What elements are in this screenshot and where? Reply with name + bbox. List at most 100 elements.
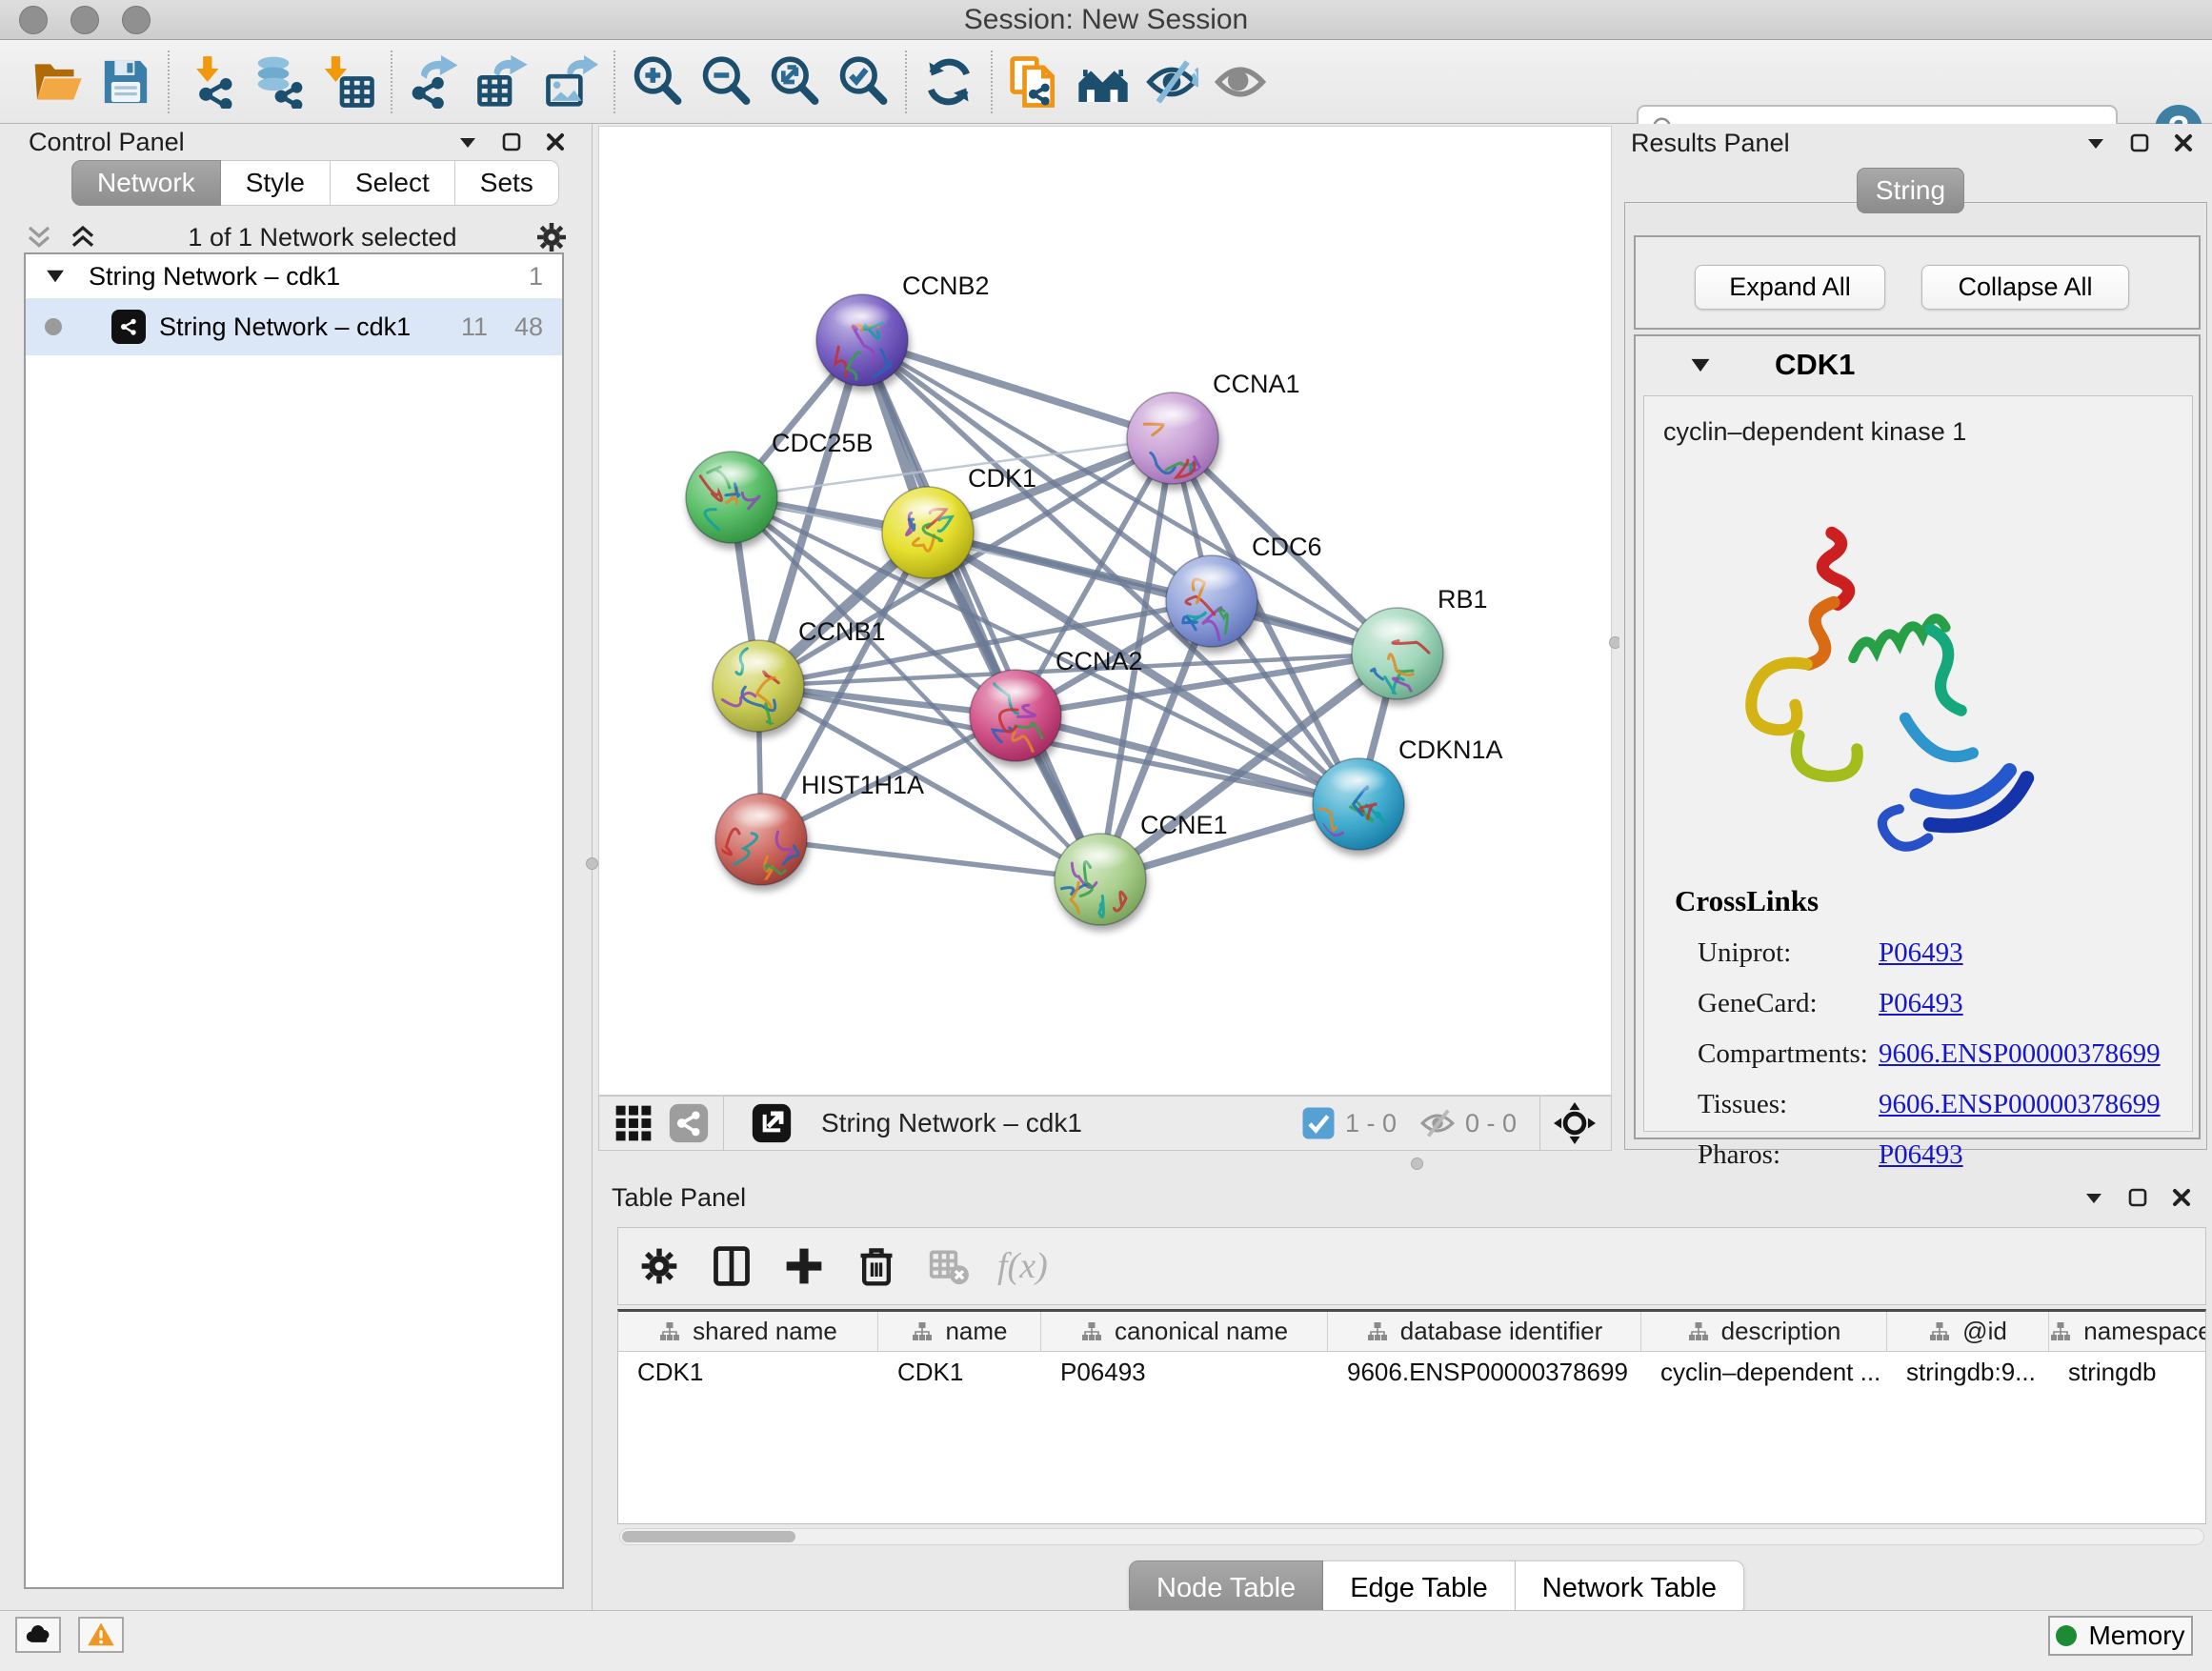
minimize-window-button[interactable] [70,6,99,34]
scrollbar-thumb[interactable] [622,1531,795,1542]
network-list: String Network – cdk1 1 String Network –… [24,252,564,1589]
network-node-ccna2[interactable] [970,670,1061,761]
hidden-eye-slash-icon[interactable] [1419,1105,1456,1141]
table-horizontal-scrollbar[interactable] [619,1528,2204,1545]
bottom-splitter-handle[interactable] [1411,1158,1423,1170]
import-table-from-file-button[interactable] [314,48,383,116]
show-all-button[interactable] [1206,48,1275,116]
collapse-all-button[interactable]: Collapse All [1921,265,2129,310]
network-node-cdc6[interactable] [1166,555,1257,647]
column-header-description[interactable]: description [1641,1312,1887,1351]
panel-menu-icon[interactable] [2084,131,2107,154]
expand-all-icon[interactable] [67,223,99,252]
column-header-canonical-name[interactable]: canonical name [1041,1312,1328,1351]
export-network-button[interactable] [400,48,469,116]
network-collection-row[interactable]: String Network – cdk1 1 [26,254,562,298]
memory-button[interactable]: Memory [2048,1616,2193,1656]
clone-network-button[interactable] [1000,48,1069,116]
panel-menu-icon[interactable] [456,131,479,153]
float-panel-icon[interactable] [500,131,523,153]
tab-string[interactable]: String [1857,168,1964,213]
zoom-out-button[interactable] [692,48,760,116]
crosslink-link[interactable]: P06493 [1879,988,1963,1019]
collapse-triangle-icon[interactable] [1689,357,1712,373]
string-home-button[interactable] [1069,48,1137,116]
network-node-cdkn1a[interactable] [1313,758,1404,850]
create-column-button[interactable] [773,1235,835,1298]
tab-network-table[interactable]: Network Table [1516,1560,1744,1616]
column-header--id[interactable]: @id [1887,1312,2049,1351]
hide-selected-button[interactable] [1137,48,1206,116]
node-label-cdc25b: CDC25B [772,429,874,457]
expand-all-button[interactable]: Expand All [1695,265,1885,310]
network-row-selected[interactable]: String Network – cdk1 11 48 [26,298,562,355]
zoom-in-button[interactable] [623,48,692,116]
collapse-triangle-icon[interactable] [45,269,66,284]
table-options-button[interactable] [628,1235,691,1298]
table-tabs: Node TableEdge TableNetwork Table [1129,1560,1744,1616]
network-node-ccna1[interactable] [1127,393,1218,493]
zoom-selected-button[interactable] [829,48,897,116]
table-toolbar: f(x) [617,1227,2206,1305]
collapse-all-icon[interactable] [23,223,55,252]
gene-symbol: CDK1 [1775,348,1855,382]
network-canvas[interactable]: CCNB2CCNA1CDC25BCDK1CDC6RB1CCNB1CCNA2CDK… [598,126,1612,1096]
delete-column-button[interactable] [845,1235,908,1298]
tab-edge-table[interactable]: Edge Table [1323,1560,1516,1616]
crosslink-link[interactable]: P06493 [1879,937,1963,969]
table-row[interactable]: CDK1CDK1P064939606.ENSP00000378699cyclin… [618,1352,2205,1392]
network-options-gear-icon[interactable] [534,220,569,254]
save-session-button[interactable] [91,48,160,116]
apply-layout-button[interactable] [915,48,983,116]
delete-table-button[interactable] [917,1235,980,1298]
node-label-ccnb1: CCNB1 [798,617,886,646]
network-node-ccne1[interactable] [1055,834,1146,925]
tab-network[interactable]: Network [71,160,221,206]
selected-count: 1 - 0 [1345,1109,1397,1138]
open-in-new-window-icon[interactable] [751,1102,793,1144]
export-image-button[interactable] [537,48,606,116]
left-splitter-handle[interactable] [586,857,598,870]
node-label-rb1: RB1 [1438,585,1488,614]
tab-sets[interactable]: Sets [455,160,559,206]
birdseye-grid-icon[interactable] [613,1102,654,1144]
network-node-cdc25b[interactable] [686,452,777,543]
open-file-button[interactable] [23,48,91,116]
maximize-window-button[interactable] [122,6,151,34]
function-builder-button[interactable]: f(x) [997,1245,1048,1287]
close-panel-icon[interactable] [544,131,567,153]
edge-HIST1H1A-CCNE1[interactable] [761,839,1100,879]
column-header-name[interactable]: name [878,1312,1041,1351]
import-network-from-file-button[interactable] [177,48,246,116]
panel-menu-icon[interactable] [2082,1186,2105,1209]
crosslink-link[interactable]: 9606.ENSP00000378699 [1879,1038,2161,1070]
tab-select[interactable]: Select [331,160,455,206]
network-node-ccnb1[interactable] [713,640,804,732]
tab-node-table[interactable]: Node Table [1129,1560,1323,1616]
column-header-database-identifier[interactable]: database identifier [1328,1312,1641,1351]
export-table-button[interactable] [469,48,537,116]
network-node-hist1h1a[interactable] [715,794,807,893]
crosslink-link[interactable]: 9606.ENSP00000378699 [1879,1089,2161,1120]
warning-status-button[interactable] [78,1617,124,1653]
network-node-ccnb2[interactable] [816,294,908,386]
zoom-fit-button[interactable] [760,48,829,116]
column-header-namespace[interactable]: namespace [2049,1312,2206,1351]
network-node-cdk1[interactable] [882,487,974,578]
crosslink-link[interactable]: P06493 [1879,1139,1963,1171]
column-header-shared-name[interactable]: shared name [618,1312,878,1351]
close-window-button[interactable] [19,6,48,34]
gene-entry-header[interactable]: CDK1 [1636,336,2199,393]
close-panel-icon[interactable] [2170,1186,2193,1209]
edge-CCNB2-CCNA1[interactable] [862,340,1173,438]
float-panel-icon[interactable] [2126,1186,2149,1209]
selected-checkbox-icon[interactable] [1301,1106,1336,1140]
tab-style[interactable]: Style [221,160,331,206]
show-columns-button[interactable] [700,1235,763,1298]
network-node-rb1[interactable] [1352,608,1443,703]
close-panel-icon[interactable] [2172,131,2195,154]
import-network-from-database-button[interactable] [246,48,314,116]
pan-crosshair-icon[interactable] [1554,1102,1596,1144]
cloud-status-button[interactable] [15,1617,61,1653]
float-panel-icon[interactable] [2128,131,2151,154]
